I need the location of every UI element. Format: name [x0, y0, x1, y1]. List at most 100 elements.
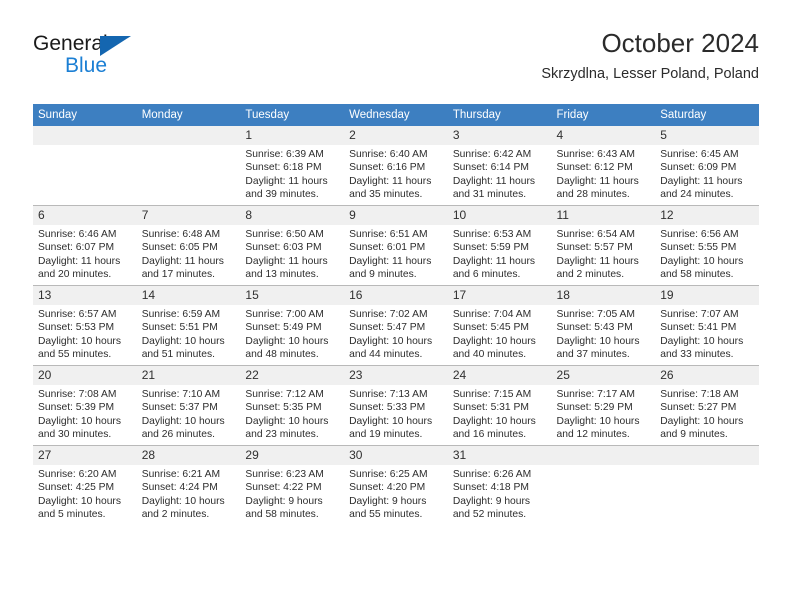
day-cell[interactable]: 17 Sunrise: 7:04 AM Sunset: 5:45 PM Dayl… — [447, 285, 552, 366]
day-cell[interactable]: 2 Sunrise: 6:40 AM Sunset: 6:16 PM Dayli… — [344, 126, 448, 206]
sunset-text: Sunset: 5:45 PM — [452, 322, 529, 334]
day-cell[interactable] — [655, 445, 759, 525]
daylight-text-line1: Daylight: 10 hours — [141, 495, 225, 507]
calendar-body: 1 Sunrise: 6:39 AM Sunset: 6:18 PM Dayli… — [33, 126, 759, 525]
day-cell[interactable]: 10 Sunrise: 6:53 AM Sunset: 5:59 PM Dayl… — [447, 205, 552, 286]
daylight-text-line1: Daylight: 11 hours — [141, 255, 224, 267]
daylight-text-line2: and 9 minutes. — [349, 269, 417, 281]
sunrise-text: Sunrise: 6:25 AM — [349, 469, 428, 480]
day-number: 17 — [447, 286, 552, 305]
day-cell[interactable]: 31 Sunrise: 6:26 AM Sunset: 4:18 PM Dayl… — [447, 445, 552, 525]
week-row: 1 Sunrise: 6:39 AM Sunset: 6:18 PM Dayli… — [33, 126, 759, 206]
day-cell[interactable]: 14 Sunrise: 6:59 AM Sunset: 5:51 PM Dayl… — [136, 285, 241, 366]
day-number — [136, 126, 241, 145]
sunrise-text: Sunrise: 7:00 AM — [245, 309, 324, 320]
day-number: 26 — [655, 366, 759, 385]
daylight-text-line2: and 23 minutes. — [245, 429, 319, 441]
day-cell[interactable]: 12 Sunrise: 6:56 AM Sunset: 5:55 PM Dayl… — [655, 205, 759, 286]
logo-text-blue: Blue — [65, 54, 108, 77]
day-cell[interactable] — [33, 126, 137, 206]
sunset-text: Sunset: 5:41 PM — [660, 322, 737, 334]
daylight-text-line2: and 5 minutes. — [38, 509, 106, 521]
sunrise-text: Sunrise: 6:43 AM — [556, 149, 635, 160]
daylight-text-line1: Daylight: 11 hours — [660, 175, 743, 187]
title-block: October 2024 Skrzydlna, Lesser Poland, P… — [541, 28, 759, 84]
day-details: Sunrise: 7:05 AM Sunset: 5:43 PM Dayligh… — [552, 305, 656, 362]
general-blue-logo[interactable]: General Blue — [33, 32, 163, 86]
triangle-icon — [100, 36, 131, 56]
day-cell[interactable]: 25 Sunrise: 7:17 AM Sunset: 5:29 PM Dayl… — [551, 365, 656, 446]
day-details: Sunrise: 6:23 AM Sunset: 4:22 PM Dayligh… — [240, 465, 344, 522]
sunrise-text: Sunrise: 7:04 AM — [452, 309, 532, 320]
sunset-text: Sunset: 6:09 PM — [660, 162, 737, 174]
day-cell[interactable]: 22 Sunrise: 7:12 AM Sunset: 5:35 PM Dayl… — [240, 365, 345, 446]
day-cell[interactable]: 30 Sunrise: 6:25 AM Sunset: 4:20 PM Dayl… — [344, 445, 448, 525]
day-number: 29 — [240, 446, 345, 465]
sunset-text: Sunset: 5:27 PM — [660, 402, 737, 414]
day-cell[interactable]: 11 Sunrise: 6:54 AM Sunset: 5:57 PM Dayl… — [551, 205, 656, 286]
day-number: 2 — [344, 126, 448, 145]
daylight-text-line2: and 35 minutes. — [349, 189, 423, 201]
calendar-page: General Blue October 2024 Skrzydlna, Les… — [0, 0, 792, 612]
day-cell[interactable]: 26 Sunrise: 7:18 AM Sunset: 5:27 PM Dayl… — [655, 365, 759, 446]
day-details: Sunrise: 6:45 AM Sunset: 6:09 PM Dayligh… — [655, 145, 759, 202]
day-cell[interactable]: 20 Sunrise: 7:08 AM Sunset: 5:39 PM Dayl… — [33, 365, 137, 446]
day-number: 5 — [655, 126, 759, 145]
calendar-head: Sunday Monday Tuesday Wednesday Thursday… — [33, 104, 759, 126]
day-cell[interactable]: 24 Sunrise: 7:15 AM Sunset: 5:31 PM Dayl… — [447, 365, 552, 446]
daylight-text-line1: Daylight: 10 hours — [452, 335, 536, 347]
day-cell[interactable]: 8 Sunrise: 6:50 AM Sunset: 6:03 PM Dayli… — [240, 205, 345, 286]
day-number: 28 — [136, 446, 241, 465]
day-number: 15 — [240, 286, 345, 305]
day-cell[interactable]: 27 Sunrise: 6:20 AM Sunset: 4:25 PM Dayl… — [33, 445, 137, 525]
day-details: Sunrise: 6:26 AM Sunset: 4:18 PM Dayligh… — [448, 465, 552, 522]
day-cell[interactable]: 19 Sunrise: 7:07 AM Sunset: 5:41 PM Dayl… — [655, 285, 759, 366]
day-cell[interactable]: 6 Sunrise: 6:46 AM Sunset: 6:07 PM Dayli… — [33, 205, 137, 286]
daylight-text-line1: Daylight: 10 hours — [38, 335, 121, 347]
day-details — [552, 465, 656, 468]
day-number: 30 — [344, 446, 448, 465]
day-cell[interactable]: 7 Sunrise: 6:48 AM Sunset: 6:05 PM Dayli… — [136, 205, 241, 286]
weekday-header-wednesday: Wednesday — [344, 104, 448, 126]
sunrise-text: Sunrise: 6:53 AM — [452, 229, 532, 240]
day-cell[interactable]: 1 Sunrise: 6:39 AM Sunset: 6:18 PM Dayli… — [240, 126, 345, 206]
day-cell[interactable]: 4 Sunrise: 6:43 AM Sunset: 6:12 PM Dayli… — [551, 126, 656, 206]
daylight-text-line2: and 52 minutes. — [452, 509, 527, 521]
daylight-text-line2: and 17 minutes. — [141, 269, 215, 281]
daylight-text-line1: Daylight: 10 hours — [660, 415, 744, 427]
day-cell[interactable] — [136, 126, 241, 206]
day-cell[interactable]: 5 Sunrise: 6:45 AM Sunset: 6:09 PM Dayli… — [655, 126, 759, 206]
daylight-text-line1: Daylight: 11 hours — [452, 175, 536, 187]
day-cell[interactable]: 28 Sunrise: 6:21 AM Sunset: 4:24 PM Dayl… — [136, 445, 241, 525]
day-cell[interactable] — [551, 445, 656, 525]
daylight-text-line2: and 16 minutes. — [452, 429, 527, 441]
day-cell[interactable]: 29 Sunrise: 6:23 AM Sunset: 4:22 PM Dayl… — [240, 445, 345, 525]
day-details: Sunrise: 6:39 AM Sunset: 6:18 PM Dayligh… — [240, 145, 344, 202]
sunrise-text: Sunrise: 6:26 AM — [452, 469, 532, 480]
daylight-text-line1: Daylight: 10 hours — [245, 415, 329, 427]
day-cell[interactable]: 23 Sunrise: 7:13 AM Sunset: 5:33 PM Dayl… — [344, 365, 448, 446]
day-number: 16 — [344, 286, 448, 305]
day-cell[interactable]: 16 Sunrise: 7:02 AM Sunset: 5:47 PM Dayl… — [344, 285, 448, 366]
day-cell[interactable]: 18 Sunrise: 7:05 AM Sunset: 5:43 PM Dayl… — [551, 285, 656, 366]
day-number: 22 — [240, 366, 345, 385]
day-details: Sunrise: 6:56 AM Sunset: 5:55 PM Dayligh… — [655, 225, 759, 282]
day-details: Sunrise: 7:00 AM Sunset: 5:49 PM Dayligh… — [240, 305, 344, 362]
sunset-text: Sunset: 5:29 PM — [556, 402, 633, 414]
day-cell[interactable]: 21 Sunrise: 7:10 AM Sunset: 5:37 PM Dayl… — [136, 365, 241, 446]
sunset-text: Sunset: 5:55 PM — [660, 242, 737, 254]
day-number: 12 — [655, 206, 759, 225]
daylight-text-line2: and 13 minutes. — [245, 269, 319, 281]
daylight-text-line2: and 6 minutes. — [452, 269, 521, 281]
sunset-text: Sunset: 6:01 PM — [349, 242, 426, 254]
day-cell[interactable]: 9 Sunrise: 6:51 AM Sunset: 6:01 PM Dayli… — [344, 205, 448, 286]
day-cell[interactable]: 15 Sunrise: 7:00 AM Sunset: 5:49 PM Dayl… — [240, 285, 345, 366]
day-cell[interactable]: 3 Sunrise: 6:42 AM Sunset: 6:14 PM Dayli… — [447, 126, 552, 206]
daylight-text-line1: Daylight: 11 hours — [245, 175, 328, 187]
day-details: Sunrise: 7:04 AM Sunset: 5:45 PM Dayligh… — [448, 305, 552, 362]
sunset-text: Sunset: 4:18 PM — [452, 482, 529, 494]
daylight-text-line1: Daylight: 10 hours — [38, 495, 121, 507]
week-row: 27 Sunrise: 6:20 AM Sunset: 4:25 PM Dayl… — [33, 445, 759, 525]
sunrise-text: Sunrise: 6:48 AM — [141, 229, 221, 240]
day-cell[interactable]: 13 Sunrise: 6:57 AM Sunset: 5:53 PM Dayl… — [33, 285, 137, 366]
